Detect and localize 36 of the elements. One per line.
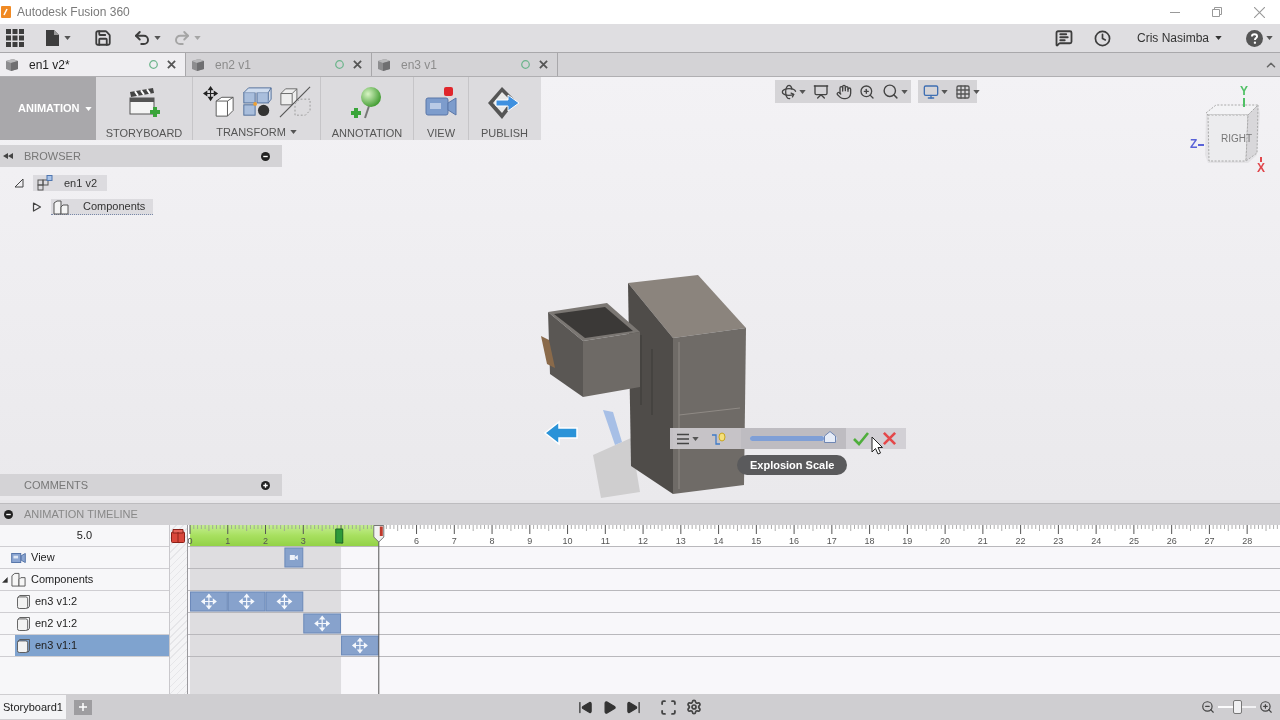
ruler-tick-label: 0	[187, 535, 193, 546]
ruler-tick-label: 1	[225, 535, 231, 546]
ruler-tick-label: 21	[977, 535, 988, 546]
ruler-tick-label: 11	[600, 535, 610, 546]
panel-title: BROWSER	[24, 148, 81, 164]
axis-label: Z	[1190, 138, 1198, 151]
ruler-tick-label: 2	[263, 535, 269, 546]
ruler-tick-label: 20	[940, 535, 951, 546]
ruler-tick-label: 3	[300, 535, 306, 546]
ruler-tick-label: 17	[826, 535, 837, 546]
ruler-tick-label: 8	[489, 535, 495, 546]
ruler-tick-label: 25	[1128, 535, 1139, 546]
window-title: Autodesk Fusion 360	[17, 4, 130, 21]
ruler-tick-label: 22	[1015, 535, 1026, 546]
ruler-tick-label: 28	[1242, 535, 1253, 546]
ruler-tick-label: 27	[1204, 535, 1215, 546]
panel-title: COMMENTS	[24, 477, 89, 493]
axis-label: X	[1257, 162, 1265, 175]
ruler-tick-label: 16	[789, 535, 800, 546]
current-time: 5.0	[76, 528, 93, 544]
ruler-tick-label: 15	[751, 535, 762, 546]
ruler-tick-label: 14	[713, 535, 724, 546]
ruler-tick-label: 26	[1166, 535, 1177, 546]
ruler-tick-label: 9	[527, 535, 533, 546]
ruler-tick-label: 18	[864, 535, 875, 546]
ruler-tick-label: 19	[902, 535, 913, 546]
ruler-tick-label: 10	[562, 535, 573, 546]
ruler-tick-label: 6	[414, 535, 420, 546]
axis-label: Y	[1240, 85, 1248, 98]
ruler-tick-label: 24	[1091, 535, 1102, 546]
ruler-tick-label: 12	[638, 535, 649, 546]
panel-title: ANIMATION TIMELINE	[24, 507, 138, 523]
ruler-tick-label: 23	[1053, 535, 1064, 546]
ruler-tick-label: 7	[451, 535, 457, 546]
ruler-tick-label: 13	[675, 535, 686, 546]
tooltip: Explosion Scale	[737, 455, 848, 475]
